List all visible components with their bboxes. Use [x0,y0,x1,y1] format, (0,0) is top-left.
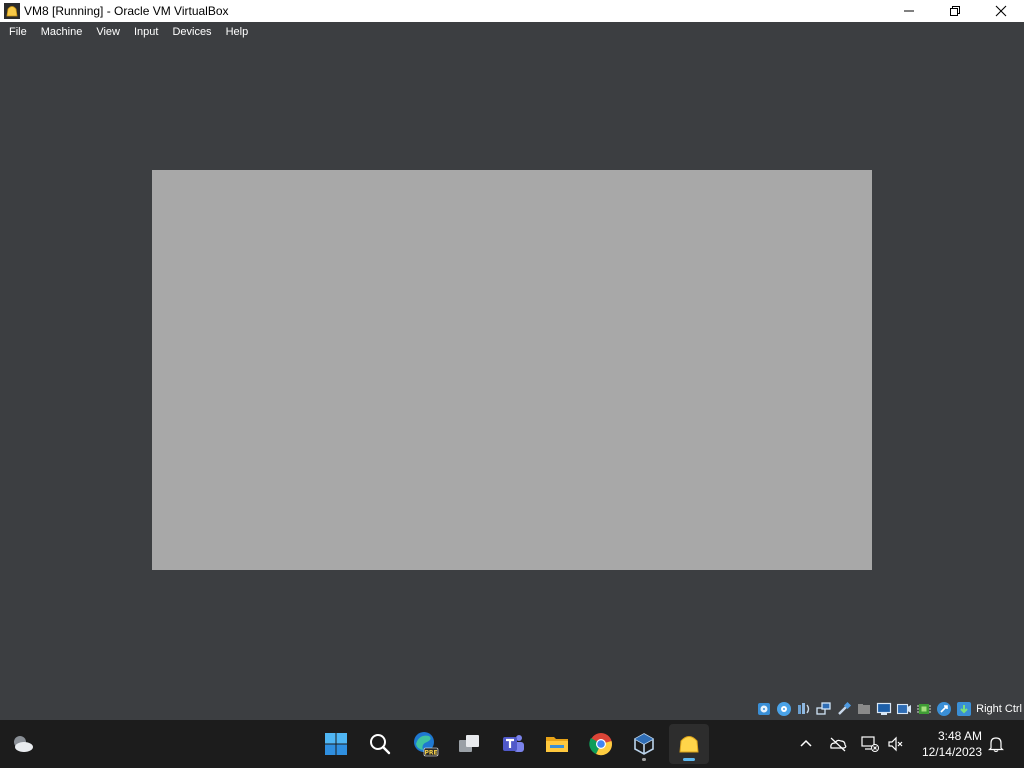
file-explorer-icon [546,737,568,752]
virtualbox-button[interactable] [624,724,664,764]
virtualbox-icon [634,733,654,755]
shared-folders-icon[interactable] [856,701,872,717]
close-button[interactable] [978,0,1024,22]
volume-tray-button[interactable] [884,732,908,756]
optical-drive-icon[interactable] [776,701,792,717]
chevron-up-icon [800,739,812,747]
onedrive-offline-icon [830,737,847,752]
clock-time: 3:48 AM [937,729,982,743]
usb-icon[interactable] [836,701,852,717]
task-view-button[interactable] [449,724,489,764]
chrome-icon [589,733,612,756]
menu-bar: File Machine View Input Devices Help [0,22,1024,42]
start-button[interactable] [316,724,356,764]
edge-preview-button[interactable]: PRE [405,724,445,764]
menu-devices[interactable]: Devices [165,26,218,38]
show-hidden-icons-button[interactable] [794,732,818,756]
active-indicator [683,758,695,761]
edge-pre-badge: PRE [424,750,437,757]
display-icon[interactable] [876,701,892,717]
network-icon[interactable] [816,701,832,717]
recording-icon[interactable] [896,701,912,717]
audio-icon[interactable] [796,701,812,717]
volume-muted-icon [888,736,903,752]
edge-preview-icon: PRE [414,732,439,757]
search-button[interactable] [360,724,400,764]
weather-cloud-icon [14,736,33,752]
minimize-button[interactable] [886,0,932,22]
bell-icon [988,737,1004,753]
start-icon [325,733,347,755]
network-tray-button[interactable] [858,732,882,756]
virtualbox-vm-icon [4,3,20,19]
menu-view[interactable]: View [89,26,127,38]
vm-status-bar: Right Ctrl [756,698,1024,720]
cpu-icon[interactable] [916,701,932,717]
close-icon [995,5,1007,17]
teams-button[interactable] [493,724,533,764]
restore-icon [950,6,960,16]
chrome-button[interactable] [581,724,621,764]
minimize-icon [904,10,914,12]
clock-date: 12/14/2023 [921,745,982,759]
window-title: VM8 [Running] - Oracle VM VirtualBox [24,4,229,18]
search-icon [370,734,391,755]
maximize-button[interactable] [932,0,978,22]
task-view-icon [459,735,479,752]
teams-icon [503,735,524,752]
vm-window-icon [679,736,699,753]
hard-disk-icon[interactable] [756,701,772,717]
menu-help[interactable]: Help [219,26,256,38]
menu-input[interactable]: Input [127,26,165,38]
weather-widget[interactable] [11,732,35,756]
menu-file[interactable]: File [2,26,34,38]
vm-window-button[interactable] [669,724,709,764]
host-key-label: Right Ctrl [976,703,1022,715]
taskbar-clock[interactable]: 3:48 AM 12/14/2023 [922,728,982,760]
onedrive-tray-button[interactable] [826,732,850,756]
vm-display[interactable] [152,170,872,570]
menu-machine[interactable]: Machine [34,26,90,38]
title-bar: VM8 [Running] - Oracle VM VirtualBox [0,0,1024,22]
network-disconnected-icon [861,736,879,752]
running-indicator [642,758,646,761]
keyboard-icon[interactable] [956,701,972,717]
file-explorer-button[interactable] [537,724,577,764]
mouse-integration-icon[interactable] [936,701,952,717]
windows-taskbar: PRE 3:48 AM 12/14/2023 [0,720,1024,768]
notifications-button[interactable] [984,732,1008,756]
